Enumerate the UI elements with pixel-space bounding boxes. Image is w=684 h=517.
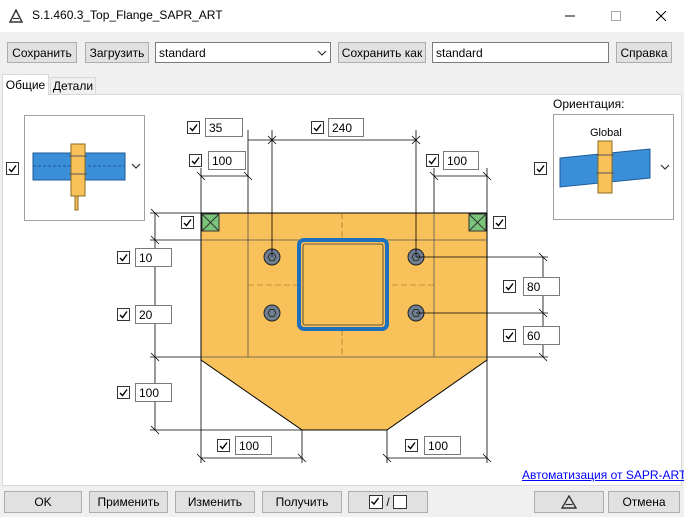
bolt-span-checkbox[interactable] — [311, 121, 324, 134]
apply-button[interactable]: Применить — [89, 491, 168, 513]
checkmark-icon — [119, 389, 128, 397]
checkmark-icon — [119, 254, 128, 262]
tab-general[interactable]: Общие — [2, 74, 49, 95]
modify-button[interactable]: Изменить — [175, 491, 255, 513]
app-logo-icon — [561, 495, 577, 509]
checkmark-icon — [371, 497, 380, 506]
column-section — [297, 238, 389, 331]
corner-right-checkbox[interactable] — [493, 216, 506, 229]
checkmark-icon — [505, 332, 514, 340]
chamfer-right-checkbox[interactable] — [405, 439, 418, 452]
right-bottom-input[interactable]: 60 — [523, 326, 560, 345]
checkmark-icon — [219, 442, 228, 450]
corner-marker-left — [201, 213, 220, 232]
checkmark-icon — [313, 124, 322, 132]
vendor-link[interactable]: Автоматизация от SAPR-ART — [522, 468, 684, 482]
top-offset-checkbox[interactable] — [187, 121, 200, 134]
right-edge-checkbox[interactable] — [426, 154, 439, 167]
get-button[interactable]: Получить — [262, 491, 342, 513]
chamfer-right-input[interactable]: 100 — [424, 436, 461, 455]
right-bottom-checkbox[interactable] — [503, 329, 516, 342]
checkmark-icon — [428, 157, 437, 165]
toggle-all-button[interactable]: / — [348, 491, 428, 513]
lower-height-input[interactable]: 100 — [135, 383, 172, 402]
row-gap-input[interactable]: 20 — [135, 305, 172, 324]
bolt-span-input[interactable]: 240 — [328, 118, 364, 137]
corner-marker-right — [468, 213, 487, 232]
row-gap-checkbox[interactable] — [117, 308, 130, 321]
checkmark-icon — [191, 157, 200, 165]
checkmark-icon — [183, 219, 192, 227]
left-edge-input[interactable]: 100 — [208, 151, 246, 170]
corner-left-checkbox[interactable] — [181, 216, 194, 229]
ok-button[interactable]: OK — [4, 491, 82, 513]
cancel-button[interactable]: Отмена — [608, 491, 680, 513]
right-edge-input[interactable]: 100 — [443, 151, 479, 170]
bolt-bottom-left — [263, 304, 281, 322]
chamfer-left-checkbox[interactable] — [217, 439, 230, 452]
bolt-spacing-input[interactable]: 80 — [523, 277, 560, 296]
toggle-separator: / — [386, 495, 390, 509]
checkmark-icon — [119, 311, 128, 319]
checkmark-icon — [407, 442, 416, 450]
checkmark-icon — [189, 124, 198, 132]
checkmark-icon — [505, 283, 514, 291]
top-edge-checkbox[interactable] — [117, 251, 130, 264]
unchecked-box-icon — [392, 495, 407, 509]
logo-button[interactable] — [534, 491, 604, 513]
chamfer-left-input[interactable]: 100 — [235, 436, 272, 455]
lower-height-checkbox[interactable] — [117, 386, 130, 399]
top-edge-input[interactable]: 10 — [135, 248, 172, 267]
checked-box-icon — [369, 495, 384, 509]
left-edge-checkbox[interactable] — [189, 154, 202, 167]
flange-drawing — [150, 130, 548, 463]
top-offset-input[interactable]: 35 — [205, 118, 243, 137]
bolt-spacing-checkbox[interactable] — [503, 280, 516, 293]
checkmark-icon — [495, 219, 504, 227]
